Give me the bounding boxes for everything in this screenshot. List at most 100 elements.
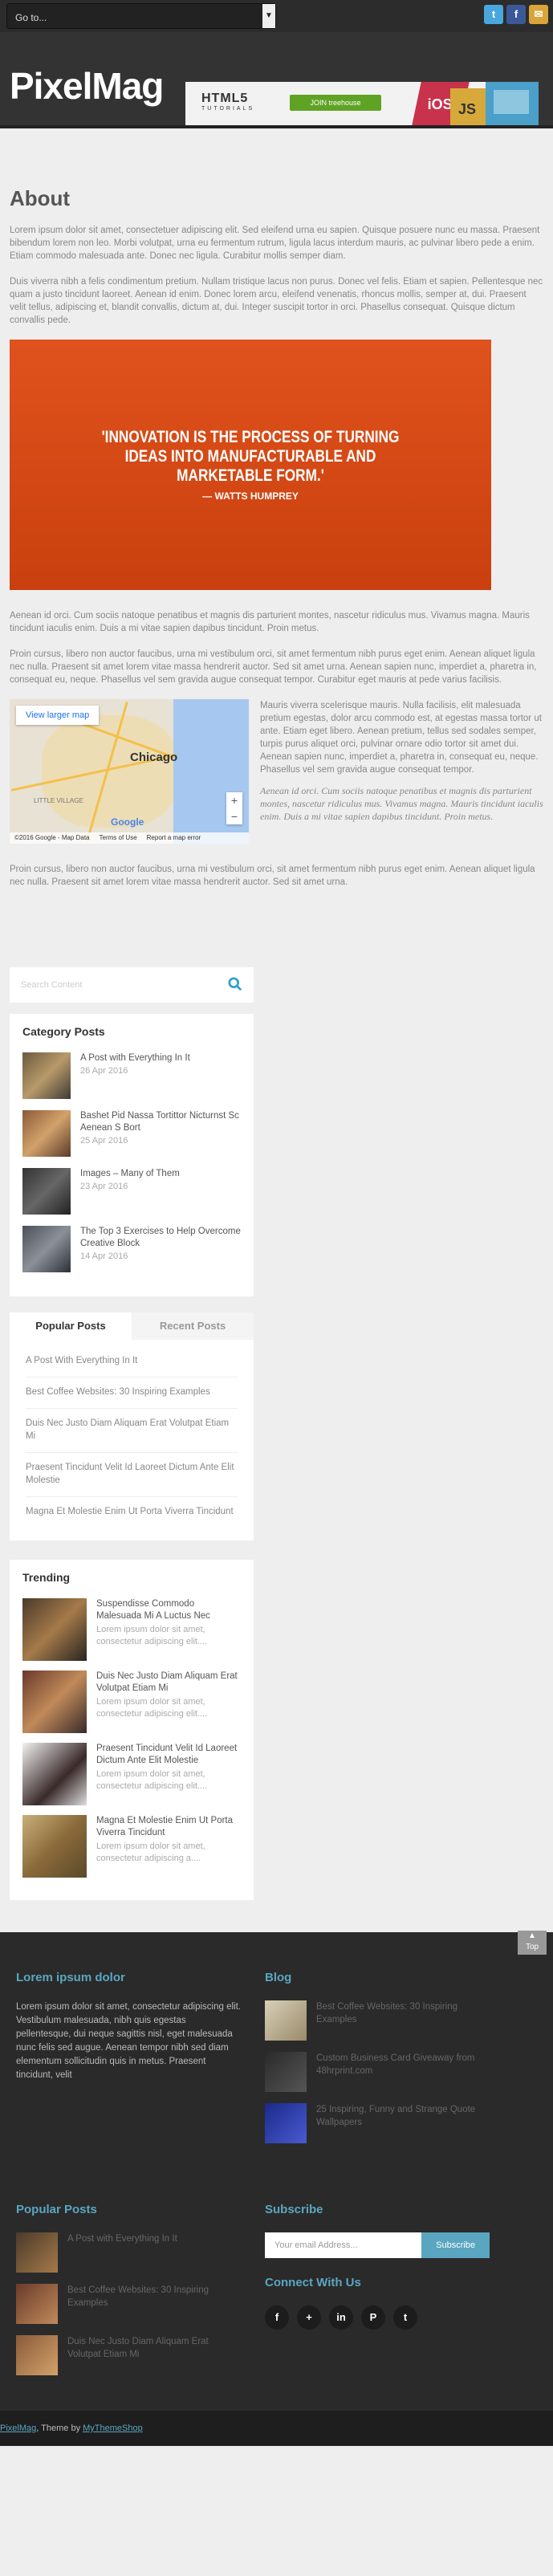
post-title[interactable]: 25 Inspiring, Funny and Strange Quote Wa… xyxy=(316,2103,490,2143)
list-item[interactable]: Praesent Tincidunt Velit Id Laoreet Dict… xyxy=(26,1453,238,1497)
footer-subscribe: Subscribe Your email Address... Subscrib… xyxy=(265,2203,490,2387)
post-title[interactable]: Suspendisse Commodo Malesuada Mi A Luctu… xyxy=(96,1598,241,1622)
footer-blog: Blog Best Coffee Websites: 30 Inspiring … xyxy=(265,1971,490,2155)
search-input[interactable]: Search Content xyxy=(21,980,82,990)
trending-widget: Trending Suspendisse Commodo Malesuada M… xyxy=(10,1560,254,1900)
pinterest-icon[interactable]: P xyxy=(361,2305,385,2330)
email-field[interactable]: Your email Address... xyxy=(265,2232,422,2258)
quote-image-text: 'INNOVATION IS THE PROCESS OF TURNING ID… xyxy=(101,428,400,485)
post-title[interactable]: Bashet Pid Nassa Tortittor Nicturnst Sc … xyxy=(80,1110,241,1134)
banner-image-tile xyxy=(486,82,539,125)
blockquote: Aenean id orci. Cum sociis natoque penat… xyxy=(260,785,543,822)
list-item[interactable]: A Post With Everything In It xyxy=(26,1346,238,1378)
goto-select[interactable]: Go to... ▼ xyxy=(6,3,276,29)
theme-author-link[interactable]: MyThemeShop xyxy=(83,2423,143,2433)
post-title[interactable]: Duis Nec Justo Diam Aliquam Erat Volutpa… xyxy=(96,1671,241,1695)
chevron-down-icon[interactable]: ▼ xyxy=(262,4,275,28)
post-thumbnail[interactable] xyxy=(22,1168,71,1215)
post-title[interactable]: A Post with Everything In It xyxy=(80,1052,190,1064)
email-icon[interactable]: ✉ xyxy=(529,5,548,24)
subscribe-button[interactable]: Subscribe xyxy=(421,2232,490,2258)
post-thumbnail[interactable] xyxy=(265,2000,307,2041)
post-title[interactable]: Custom Business Card Giveaway from 48hrp… xyxy=(316,2052,490,2092)
list-item[interactable]: Magna Et Molestie Enim Ut Porta Viverra … xyxy=(22,1815,241,1878)
map-row: Chicago LITTLE VILLAGE View larger map G… xyxy=(10,699,543,844)
list-item[interactable]: Best Coffee Websites: 30 Inspiring Examp… xyxy=(265,2000,490,2041)
tab-recent-posts[interactable]: Recent Posts xyxy=(132,1312,254,1340)
article: About Lorem ipsum dolor sit amet, consec… xyxy=(0,186,553,889)
footer-about-text: Lorem ipsum dolor sit amet, consectetur … xyxy=(16,2002,241,2080)
post-thumbnail[interactable] xyxy=(22,1743,87,1805)
list-item[interactable]: Duis Nec Justo Diam Aliquam Erat Volutpa… xyxy=(22,1671,241,1733)
map-zoom-control[interactable]: + − xyxy=(226,792,242,824)
tabs-widget: Popular Posts Recent Posts A Post With E… xyxy=(10,1312,254,1540)
list-item[interactable]: Praesent Tincidunt Velit Id Laoreet Dict… xyxy=(22,1743,241,1805)
twitter-icon[interactable]: t xyxy=(393,2305,417,2330)
post-title[interactable]: Magna Et Molestie Enim Ut Porta Viverra … xyxy=(96,1815,241,1839)
top-social-links: t f ✉ xyxy=(484,5,548,24)
post-thumbnail[interactable] xyxy=(265,2103,307,2143)
list-item[interactable]: Best Coffee Websites: 30 Inspiring Examp… xyxy=(26,1378,238,1409)
list-item[interactable]: Bashet Pid Nassa Tortittor Nicturnst Sc … xyxy=(22,1110,241,1157)
widget-title: Category Posts xyxy=(22,1025,105,1038)
list-item[interactable]: Duis Nec Justo Diam Aliquam Erat Volutpa… xyxy=(16,2335,241,2375)
search-box[interactable]: Search Content xyxy=(10,967,254,1003)
post-thumbnail[interactable] xyxy=(265,2052,307,2092)
post-thumbnail[interactable] xyxy=(22,1052,71,1099)
site-logo[interactable]: PixelMag xyxy=(10,64,164,108)
footer-about: Lorem ipsum dolor Lorem ipsum dolor sit … xyxy=(16,1971,241,2155)
view-larger-map-button[interactable]: View larger map xyxy=(16,706,100,725)
map-neighborhood-label: LITTLE VILLAGE xyxy=(34,797,83,804)
list-item[interactable]: 25 Inspiring, Funny and Strange Quote Wa… xyxy=(265,2103,490,2143)
post-title[interactable]: Duis Nec Justo Diam Aliquam Erat Volutpa… xyxy=(67,2335,241,2375)
post-thumbnail[interactable] xyxy=(16,2232,58,2273)
post-thumbnail[interactable] xyxy=(22,1815,87,1878)
google-plus-icon[interactable]: + xyxy=(297,2305,321,2330)
ad-banner[interactable]: HTML5 TUTORIALS JOIN treehouse iOS JS xyxy=(185,82,539,125)
quote-image: 'INNOVATION IS THE PROCESS OF TURNING ID… xyxy=(10,340,491,590)
post-thumbnail[interactable] xyxy=(22,1110,71,1157)
map-city-label: Chicago xyxy=(130,751,178,764)
list-item[interactable]: A Post with Everything In It xyxy=(16,2232,241,2273)
list-item[interactable]: Duis Nec Justo Diam Aliquam Erat Volutpa… xyxy=(26,1409,238,1453)
search-icon[interactable] xyxy=(228,977,242,991)
post-title[interactable]: Praesent Tincidunt Velit Id Laoreet Dict… xyxy=(96,1743,241,1767)
footer-row: Popular Posts A Post with Everything In … xyxy=(16,2203,537,2387)
list-item[interactable]: The Top 3 Exercises to Help Overcome Cre… xyxy=(22,1226,241,1272)
back-to-top-button[interactable]: ▲ Top xyxy=(518,1931,547,1955)
list-item[interactable]: Magna Et Molestie Enim Ut Porta Viverra … xyxy=(26,1497,238,1528)
post-thumbnail[interactable] xyxy=(22,1671,87,1733)
post-date: 23 Apr 2016 xyxy=(80,1182,128,1191)
post-title[interactable]: A Post with Everything In It xyxy=(67,2232,177,2273)
list-item[interactable]: Custom Business Card Giveaway from 48hrp… xyxy=(265,2052,490,2092)
post-title[interactable]: Images – Many of Them xyxy=(80,1168,180,1180)
post-thumbnail[interactable] xyxy=(16,2284,58,2324)
site-footer: ▲ Top Lorem ipsum dolor Lorem ipsum dolor… xyxy=(0,1931,553,2411)
post-title[interactable]: Best Coffee Websites: 30 Inspiring Examp… xyxy=(67,2284,241,2324)
twitter-icon[interactable]: t xyxy=(484,5,503,24)
map-terms-link[interactable]: Terms of Use xyxy=(100,834,137,842)
banner-join-button[interactable]: JOIN treehouse xyxy=(290,95,381,111)
post-thumbnail[interactable] xyxy=(22,1226,71,1272)
list-item[interactable]: Best Coffee Websites: 30 Inspiring Examp… xyxy=(16,2284,241,2324)
list-item[interactable]: Suspendisse Commodo Malesuada Mi A Luctu… xyxy=(22,1598,241,1661)
list-item[interactable]: A Post with Everything In It 26 Apr 2016 xyxy=(22,1052,241,1099)
copyright-bar: PixelMag, Theme by MyThemeShop xyxy=(0,2411,553,2446)
facebook-icon[interactable]: f xyxy=(265,2305,289,2330)
facebook-icon[interactable]: f xyxy=(506,5,526,24)
post-date: 25 Apr 2016 xyxy=(80,1136,128,1146)
post-thumbnail[interactable] xyxy=(16,2335,58,2375)
map-report-link[interactable]: Report a map error xyxy=(147,834,201,842)
post-date: 14 Apr 2016 xyxy=(80,1251,128,1261)
tab-popular-posts[interactable]: Popular Posts xyxy=(10,1312,132,1340)
post-excerpt: Lorem ipsum dolor sit amet, consectetur … xyxy=(96,1625,208,1646)
quote-image-author: — WATTS HUMPREY xyxy=(202,490,299,502)
google-map[interactable]: Chicago LITTLE VILLAGE View larger map G… xyxy=(10,699,249,844)
linkedin-icon[interactable]: in xyxy=(329,2305,353,2330)
post-title[interactable]: Best Coffee Websites: 30 Inspiring Examp… xyxy=(316,2000,490,2041)
post-title[interactable]: The Top 3 Exercises to Help Overcome Cre… xyxy=(80,1226,241,1250)
list-item[interactable]: Images – Many of Them 23 Apr 2016 xyxy=(22,1168,241,1215)
site-link[interactable]: PixelMag xyxy=(0,2423,36,2433)
map-footer: ©2016 Google - Map Data Terms of Use Rep… xyxy=(10,832,249,844)
post-thumbnail[interactable] xyxy=(22,1598,87,1661)
